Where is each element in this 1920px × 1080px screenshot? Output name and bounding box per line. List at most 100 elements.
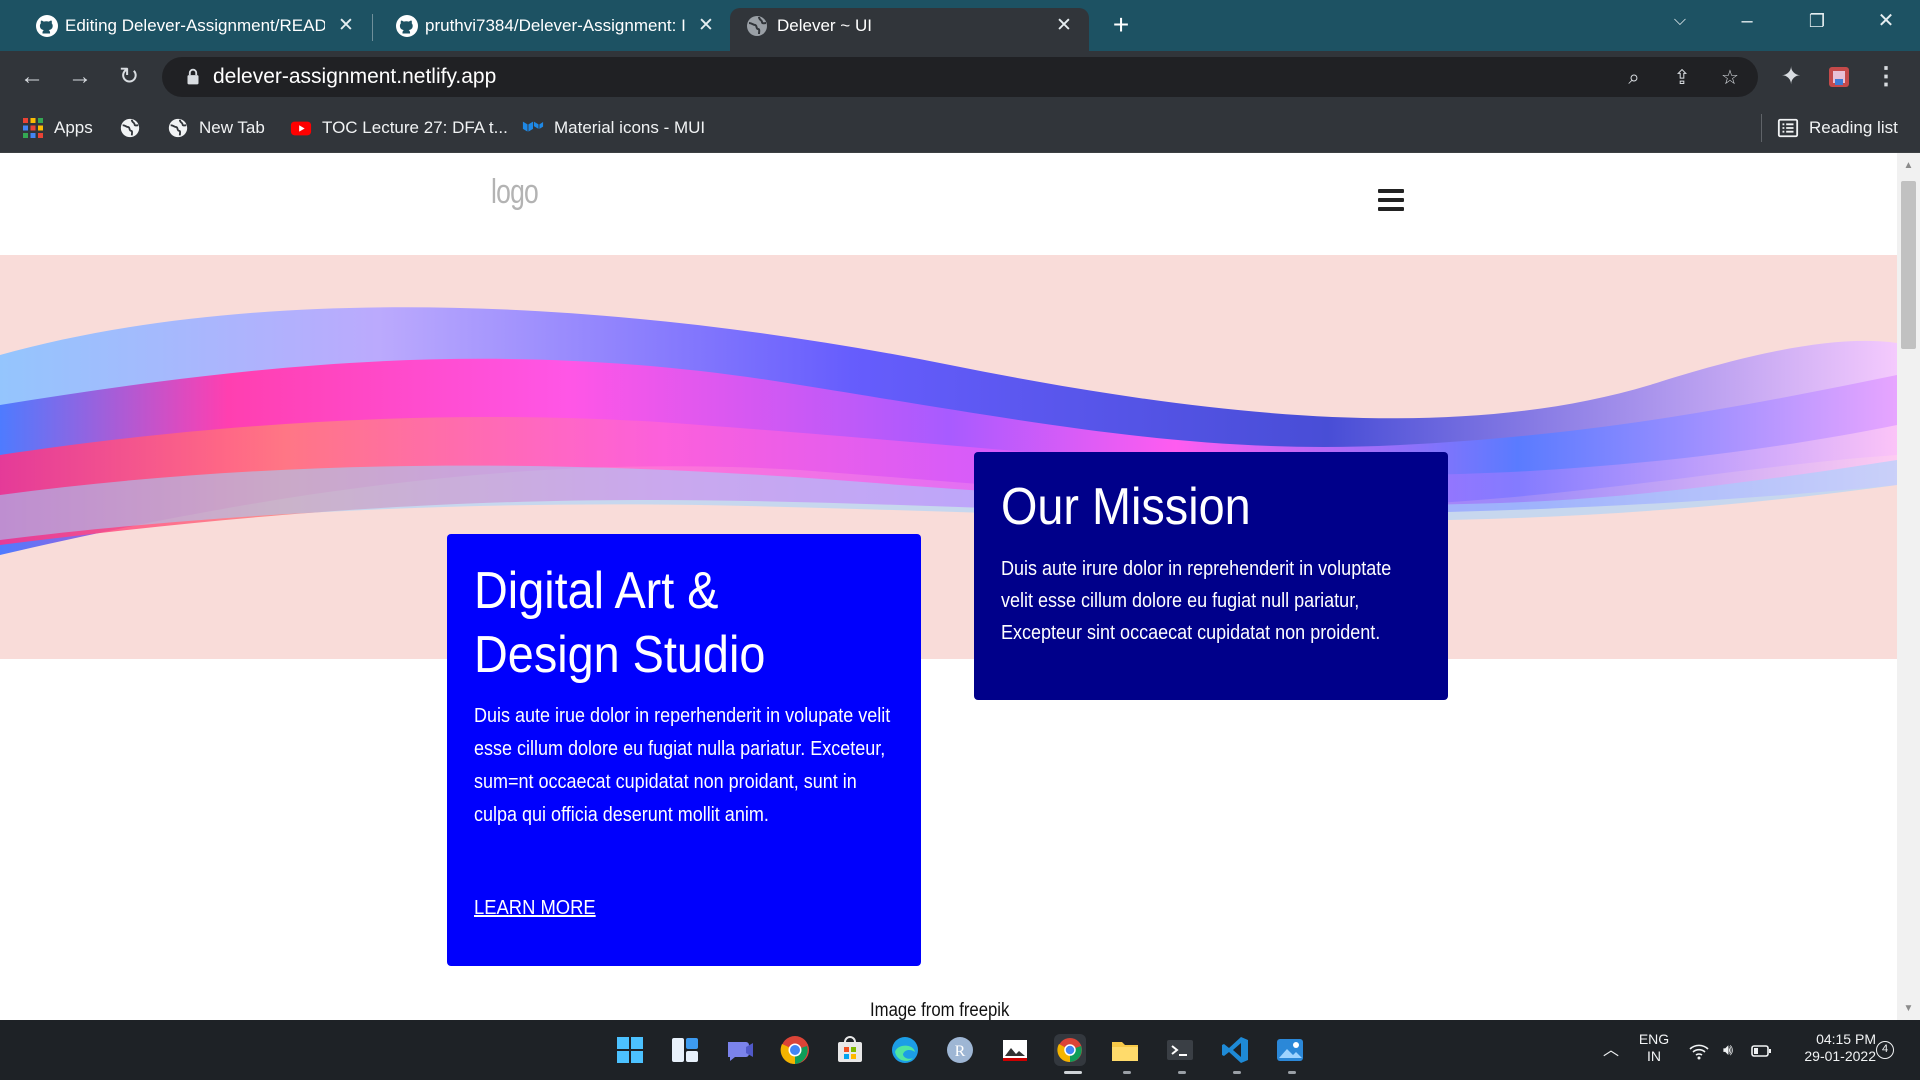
back-icon[interactable]: ← [16,61,48,93]
store-icon[interactable] [834,1034,866,1066]
scrollbar-thumb[interactable] [1901,181,1916,349]
forward-icon[interactable]: → [64,61,96,93]
close-tab-icon[interactable]: ✕ [1053,15,1075,37]
reading-list-button[interactable]: Reading list [1777,115,1898,141]
site-logo[interactable]: logo [491,173,539,212]
tab-title: pruthvi7384/Delever-Assignment: I [425,16,686,35]
mission-title: Our Mission [1001,478,1251,536]
menu-kebab-icon[interactable]: ⋮ [1870,61,1902,93]
tab-github-repo[interactable]: pruthvi7384/Delever-Assignment: I ✕ [389,8,719,51]
region-code: IN [1647,1048,1661,1064]
tab-title: Editing Delever-Assignment/READM [65,16,325,35]
wifi-icon[interactable] [1688,1040,1710,1062]
bookmark-label: New Tab [199,118,265,137]
battery-icon[interactable] [1750,1040,1772,1062]
mission-card: Our Mission Duis aute irure dolor in rep… [974,452,1448,700]
bookmark-label: Material icons - MUI [554,118,706,137]
abstract-wave-image [0,307,1897,555]
photos-icon[interactable] [1274,1034,1306,1066]
profile-avatar[interactable] [1823,61,1855,93]
running-indicator [1233,1071,1241,1074]
chrome-icon[interactable] [779,1034,811,1066]
file-explorer-icon[interactable] [1109,1034,1141,1066]
bookmarks-bar: Apps New Tab TOC Lecture 27: DFA t... Ma… [0,103,1920,153]
tab-title: Delever ~ UI [777,16,872,35]
running-indicator [1178,1071,1186,1074]
input-language[interactable]: ENG IN [1631,1031,1677,1065]
bookmark-label: TOC Lecture 27: DFA t... [322,118,508,137]
terminal-icon[interactable] [1164,1034,1196,1066]
active-indicator [1064,1071,1082,1074]
widgets-icon[interactable] [669,1034,701,1066]
page-scrollbar[interactable]: ▲ ▼ [1897,153,1920,1020]
svg-text:R: R [955,1043,966,1060]
hamburger-menu-icon[interactable] [1378,189,1404,211]
restore-icon[interactable]: ❐ [1797,6,1837,36]
github-icon [36,15,58,37]
reading-list-icon [1777,118,1799,138]
globe-icon [120,118,140,138]
share-icon[interactable]: ⇪ [1669,65,1695,91]
teams-chat-icon[interactable] [724,1034,756,1066]
close-tab-icon[interactable]: ✕ [335,15,357,37]
tab-strip: Editing Delever-Assignment/READM ✕ pruth… [0,0,1920,51]
browser-toolbar: ← → ↻ delever-assignment.netlify.app ⌕ ⇪… [0,51,1920,103]
studio-card: Digital Art & Design Studio Duis aute ir… [447,534,921,966]
show-hidden-icons-icon[interactable]: ︿ [1600,1040,1622,1062]
extensions-icon[interactable]: ✦ [1775,61,1807,93]
lock-icon [187,68,199,85]
tab-delever-ui[interactable]: Delever ~ UI ✕ [730,8,1089,51]
clock-time: 04:15 PM [1816,1031,1876,1047]
address-bar[interactable]: delever-assignment.netlify.app ⌕ ⇪ ☆ [162,57,1758,97]
studio-title: Digital Art & Design Studio [474,562,766,684]
tab-search-chevron-icon[interactable]: ⌵ [1660,6,1700,36]
github-icon [396,15,418,37]
bookmark-globe[interactable] [119,115,151,141]
scroll-down-icon[interactable]: ▼ [1902,1002,1915,1015]
globe-icon [747,16,767,36]
r-app-icon[interactable]: R [944,1034,976,1066]
studio-body: Duis aute irue dolor in reperhenderit in… [474,705,891,826]
globe-icon [168,118,188,138]
windows-taskbar: R ︿ ENG IN 🔊︎ 04:15 PM 29-01-2022 4 [0,1020,1920,1080]
bookmarks-divider [1761,114,1762,142]
edge-icon[interactable] [889,1034,921,1066]
running-indicator [1288,1071,1296,1074]
bookmark-apps[interactable]: Apps [22,115,93,141]
mission-body: Duis aute irure dolor in reprehenderit i… [1001,558,1392,644]
chrome-dev-icon[interactable] [1054,1034,1086,1066]
bookmark-toc-lecture[interactable]: TOC Lecture 27: DFA t... [290,115,508,141]
new-tab-button[interactable]: + [1106,10,1136,40]
reload-icon[interactable]: ↻ [113,61,145,93]
vscode-icon[interactable] [1219,1034,1251,1066]
close-tab-icon[interactable]: ✕ [695,15,717,37]
page-viewport: logo Our Mission Duis aute irure dolor i… [0,153,1897,1020]
scroll-up-icon[interactable]: ▲ [1902,159,1915,172]
zoom-icon[interactable]: ⌕ [1621,65,1647,91]
bookmark-label: Apps [54,118,93,137]
hero-banner [0,255,1897,659]
language-code: ENG [1638,1031,1670,1047]
site-header: logo [0,153,1897,255]
clock[interactable]: 04:15 PM 29-01-2022 [1780,1031,1890,1065]
mui-icon [522,121,544,132]
running-indicator [1123,1071,1131,1074]
notification-badge[interactable]: 4 [1876,1041,1894,1059]
apps-grid-icon [23,118,43,138]
image-credit: Image from freepik [870,1000,1010,1020]
clock-date: 29-01-2022 [1804,1048,1876,1064]
paint-icon[interactable] [999,1034,1031,1066]
reading-list-label: Reading list [1809,118,1898,137]
tab-editing-readme[interactable]: Editing Delever-Assignment/READM ✕ [29,8,359,51]
bookmark-material-icons[interactable]: Material icons - MUI [522,115,705,141]
volume-icon[interactable]: 🔊︎ [1717,1040,1739,1062]
bookmark-new-tab[interactable]: New Tab [167,115,265,141]
bookmark-star-icon[interactable]: ☆ [1717,65,1743,91]
url-text: delever-assignment.netlify.app [213,65,497,88]
youtube-icon [290,121,312,136]
tab-divider [372,14,373,41]
learn-more-link[interactable]: LEARN MORE [474,897,596,920]
close-window-icon[interactable]: ✕ [1866,6,1906,36]
windows-start-icon[interactable] [614,1034,646,1066]
minimize-icon[interactable]: – [1727,6,1767,36]
